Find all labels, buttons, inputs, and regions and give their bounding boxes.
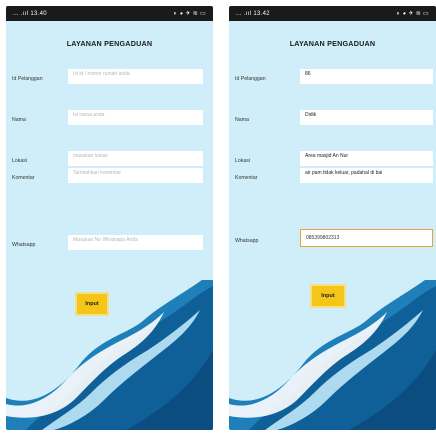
- form-row-whatsapp: Whatsapp Masukan No Whatsapp Anda: [6, 235, 213, 255]
- lokasi-label: Lokasi: [12, 158, 27, 164]
- id-pelanggan-input[interactable]: Isi id / nomor rumah anda: [68, 69, 203, 84]
- komentar-input[interactable]: air pam tidak keluar, padahal di bai: [300, 168, 433, 183]
- form-row-id-pelanggan: Id Pelanggan Isi id / nomor rumah anda: [6, 69, 213, 89]
- nama-input[interactable]: Isi nama anda: [68, 110, 203, 125]
- form-row-nama: Nama Isi nama anda: [6, 110, 213, 130]
- id-pelanggan-input[interactable]: 86: [300, 69, 433, 84]
- nama-input[interactable]: Didik: [300, 110, 433, 125]
- status-bar: ... .ııl 13.42 ◐ ◕ ✈ ≋ ▭: [229, 6, 436, 21]
- lokasi-label: Lokasi: [235, 158, 250, 164]
- whatsapp-input[interactable]: 085399802313: [300, 229, 433, 247]
- status-time: ... .ııl 13.40: [13, 10, 47, 17]
- nama-label: Nama: [235, 117, 249, 123]
- form-row-id-pelanggan: Id Pelanggan 86: [229, 69, 436, 89]
- status-icons: ◐ ◕ ✈ ≋ ▭: [173, 11, 206, 17]
- komentar-input[interactable]: Tambahkan komentar: [68, 168, 203, 183]
- komentar-label: Komentar: [235, 175, 258, 181]
- form-row-whatsapp: Whatsapp 085399802313: [229, 228, 436, 248]
- form-row-komentar: Komentar Tambahkan komentar: [6, 168, 213, 188]
- lokasi-input[interactable]: Area masjid An Nur: [300, 151, 433, 166]
- nama-label: Nama: [12, 117, 26, 123]
- phone-screen-filled: ... .ııl 13.42 ◐ ◕ ✈ ≋ ▭ LAYANAN PENGADU…: [229, 6, 436, 430]
- lokasi-input[interactable]: masukan lokasi: [68, 151, 203, 166]
- page-title: LAYANAN PENGADUAN: [289, 39, 376, 48]
- status-time: ... .ııl 13.42: [236, 10, 270, 17]
- id-pelanggan-label: Id Pelanggan: [12, 76, 43, 82]
- status-icons: ◐ ◕ ✈ ≋ ▭: [396, 11, 429, 17]
- form-row-komentar: Komentar air pam tidak keluar, padahal d…: [229, 168, 436, 188]
- page-title: LAYANAN PENGADUAN: [66, 39, 153, 48]
- wave-decoration: [6, 280, 213, 430]
- status-bar: ... .ııl 13.40 ◐ ◕ ✈ ≋ ▭: [6, 6, 213, 21]
- id-pelanggan-label: Id Pelanggan: [235, 76, 266, 82]
- whatsapp-input[interactable]: Masukan No Whatsapp Anda: [68, 235, 203, 250]
- whatsapp-label: Whatsapp: [235, 238, 259, 244]
- form-row-nama: Nama Didik: [229, 110, 436, 130]
- wave-decoration: [229, 280, 436, 430]
- whatsapp-label: Whatsapp: [12, 242, 36, 248]
- komentar-label: Komentar: [12, 175, 35, 181]
- phone-screen-empty: ... .ııl 13.40 ◐ ◕ ✈ ≋ ▭ LAYANAN PENGADU…: [6, 6, 213, 430]
